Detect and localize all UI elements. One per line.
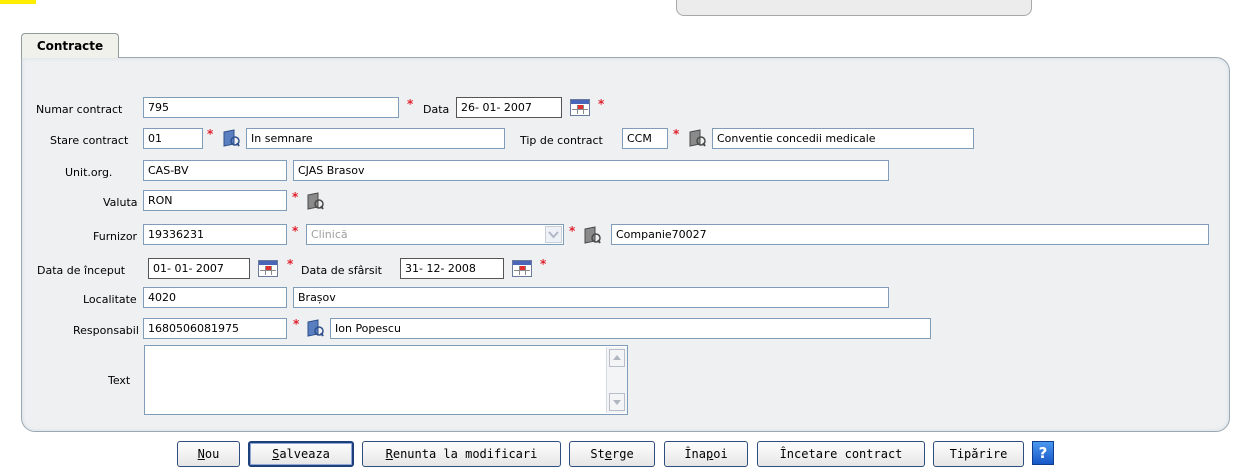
furnizor-type-select[interactable]: Clinică	[306, 224, 564, 245]
required-mark: *	[292, 224, 299, 238]
required-mark: *	[287, 257, 294, 271]
required-mark: *	[293, 317, 300, 331]
label-localitate: Localitate	[83, 293, 137, 306]
sterge-button[interactable]: St e rge	[569, 441, 655, 467]
data-sfarsit-input[interactable]: 31- 12- 2008	[400, 258, 504, 279]
required-mark: *	[673, 127, 680, 141]
label-data-inceput: Data de început	[37, 264, 126, 277]
responsabil-name-field: Ion Popescu	[330, 318, 931, 339]
required-mark: *	[569, 224, 576, 238]
furnizor-type-value: Clinică	[311, 228, 348, 241]
stare-contract-code-input[interactable]: 01	[143, 128, 203, 149]
folder-lookup-icon[interactable]	[222, 128, 240, 147]
required-mark: *	[598, 97, 605, 111]
text-scrollbar[interactable]	[606, 347, 627, 413]
help-icon[interactable]: ?	[1032, 441, 1054, 465]
localitate-code-input[interactable]: 4020	[143, 287, 287, 308]
localitate-name-field: Brașov	[293, 287, 889, 308]
furnizor-code-input[interactable]: 19336231	[143, 224, 287, 245]
chevron-down-icon[interactable]	[545, 226, 562, 243]
label-tip-contract: Tip de contract	[520, 134, 603, 147]
label-responsabil: Responsabil	[73, 324, 139, 337]
folder-lookup-icon[interactable]	[306, 318, 324, 337]
incetare-contract-button[interactable]: Încetare contract	[757, 441, 925, 467]
label-text: Text	[108, 374, 131, 387]
folder-lookup-icon[interactable]	[306, 191, 324, 210]
responsabil-code-input[interactable]: 1680506081975	[143, 318, 287, 339]
salveaza-button[interactable]: Salveaza	[248, 441, 354, 467]
scroll-down-icon[interactable]	[609, 393, 625, 411]
inapoi-button[interactable]: Îna p oi	[664, 441, 748, 467]
scroll-up-icon[interactable]	[609, 349, 625, 367]
label-valuta: Valuta	[103, 196, 138, 209]
nou-button[interactable]: Nou	[177, 441, 240, 467]
valuta-input[interactable]: RON	[143, 190, 287, 211]
calendar-icon[interactable]	[512, 260, 532, 277]
calendar-icon[interactable]	[258, 260, 278, 277]
label-unit-org: Unit.org.	[65, 166, 113, 179]
data-input[interactable]: 26- 01- 2007	[456, 97, 562, 118]
top-bar	[676, 0, 1032, 16]
label-furnizor: Furnizor	[93, 230, 138, 243]
label-stare-contract: Stare contract	[50, 134, 129, 147]
tip-contract-name-field: Conventie concedii medicale	[712, 128, 974, 149]
renunta-button[interactable]: Renunta la modificari	[362, 441, 561, 467]
tab-contracte[interactable]: Contracte	[21, 33, 119, 58]
stare-contract-name-field: In semnare	[246, 128, 505, 149]
required-mark: *	[207, 127, 214, 141]
folder-lookup-icon[interactable]	[583, 225, 601, 244]
tiparire-button[interactable]: Tipărire	[933, 441, 1024, 467]
text-area[interactable]	[144, 345, 628, 415]
required-mark: *	[292, 190, 299, 204]
data-inceput-input[interactable]: 01- 01- 2007	[148, 258, 250, 279]
label-data-sfarsit: Data de sfârsit	[301, 264, 382, 277]
highlight-marker	[0, 0, 36, 4]
calendar-icon[interactable]	[570, 99, 590, 116]
label-data: Data	[423, 103, 450, 116]
required-mark: *	[407, 97, 414, 111]
numar-contract-input[interactable]: 795	[143, 97, 399, 118]
folder-lookup-icon[interactable]	[688, 128, 706, 147]
tip-contract-code-input[interactable]: CCM	[622, 128, 668, 149]
label-numar-contract: Numar contract	[36, 103, 123, 116]
required-mark: *	[540, 257, 547, 271]
unit-org-code-input[interactable]: CAS-BV	[143, 160, 287, 181]
unit-org-name-field: CJAS Brasov	[293, 160, 889, 181]
furnizor-name-field: Companie70027	[611, 224, 1209, 245]
